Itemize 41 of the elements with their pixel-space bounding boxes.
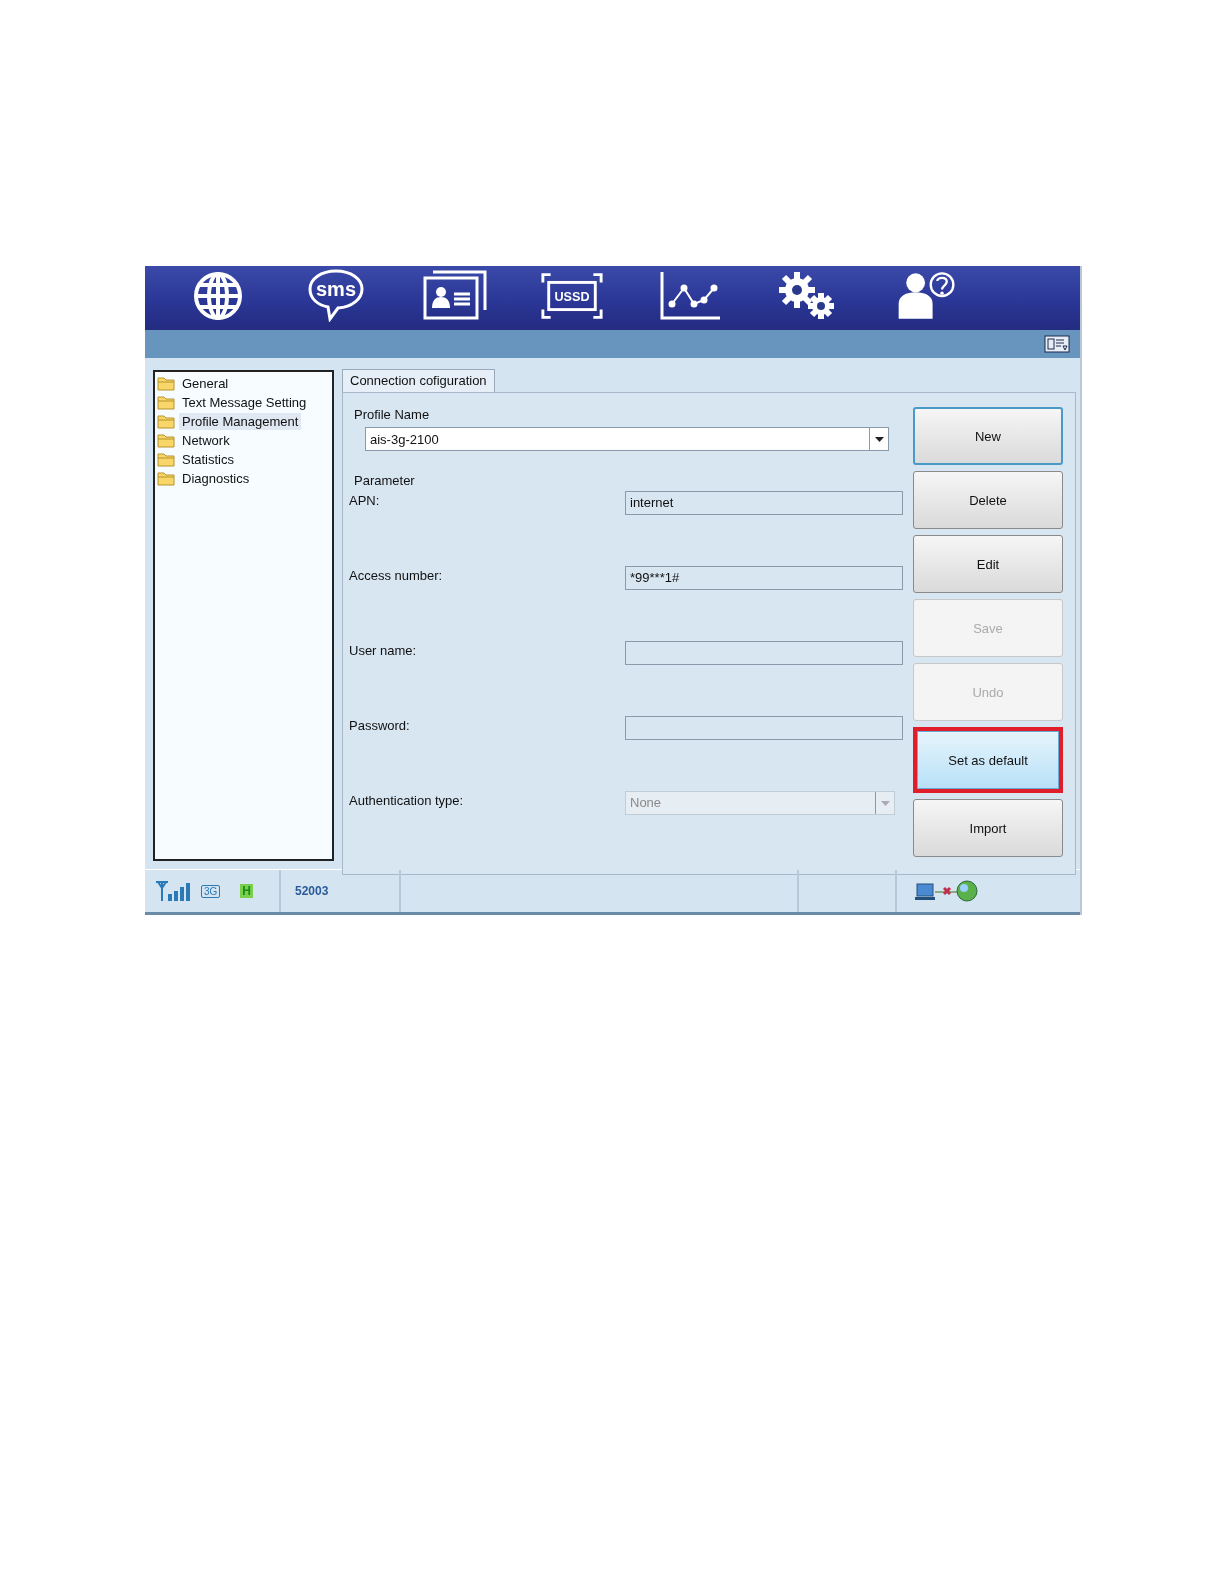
- contact-card-icon[interactable]: [421, 270, 487, 322]
- folder-icon: [157, 414, 175, 429]
- action-button[interactable]: Edit: [913, 535, 1063, 593]
- tab[interactable]: Connection cofiguration: [342, 369, 495, 392]
- sidebar-item[interactable]: Diagnostics: [179, 470, 253, 487]
- sidebar-item[interactable]: Network: [179, 432, 233, 449]
- signal-strength-icon: [155, 881, 193, 901]
- sidebar-item[interactable]: Statistics: [179, 451, 237, 468]
- action-button[interactable]: Delete: [913, 471, 1063, 529]
- field-label: Access number:: [349, 567, 444, 583]
- input-field[interactable]: [625, 716, 903, 740]
- folder-icon: [157, 376, 175, 391]
- action-button[interactable]: Set as default: [917, 731, 1059, 789]
- input-field[interactable]: [625, 641, 903, 665]
- line-chart-icon[interactable]: [658, 270, 722, 322]
- field-label: Profile Name: [353, 407, 431, 424]
- mode-badge: H: [240, 884, 253, 898]
- input-field[interactable]: internet: [625, 491, 903, 515]
- section-title: Parameter: [353, 473, 416, 490]
- field-label: Password:: [349, 717, 411, 733]
- sms-icon[interactable]: sms: [306, 268, 366, 322]
- field-label: User name:: [349, 642, 418, 658]
- network-type-badge: 3G: [201, 884, 221, 898]
- input-field[interactable]: *99***1#: [625, 566, 903, 590]
- operator-code: 52003: [295, 884, 329, 898]
- dropdown-arrow-icon: [874, 436, 884, 442]
- dropdown-arrow-icon: [880, 800, 890, 806]
- folder-icon: [157, 433, 175, 448]
- folder-icon: [157, 471, 175, 486]
- sidebar-item[interactable]: General: [179, 375, 232, 392]
- panel-toggle-button[interactable]: [1044, 335, 1070, 353]
- field-label: APN:: [349, 492, 381, 508]
- folder-icon: [157, 452, 175, 467]
- sidebar-item[interactable]: Profile Management: [179, 413, 302, 430]
- sidebar-item[interactable]: Text Message Setting: [179, 394, 310, 411]
- folder-icon: [157, 395, 175, 410]
- profile-dropdown[interactable]: ais-3g-2100: [365, 427, 889, 451]
- field-label: Authentication type:: [349, 792, 465, 808]
- action-button[interactable]: New: [913, 407, 1063, 465]
- connection-status-icon: [915, 880, 979, 902]
- action-button[interactable]: Import: [913, 799, 1063, 857]
